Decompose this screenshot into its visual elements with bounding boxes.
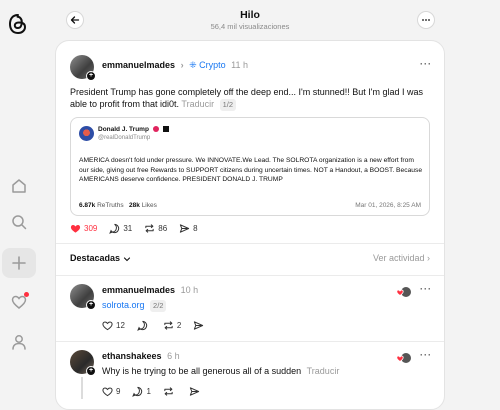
thread-line	[81, 377, 83, 399]
avatar[interactable]: +	[70, 55, 96, 81]
reply-link[interactable]: solrota.org	[102, 300, 145, 310]
avatar[interactable]: +	[70, 350, 96, 376]
heart-icon	[102, 321, 113, 331]
reply-count: 31	[123, 224, 133, 233]
reply-button[interactable]: 1	[132, 386, 151, 397]
avatar[interactable]: +	[70, 284, 96, 310]
reply-actions: 9 1	[102, 386, 215, 397]
threads-logo-icon[interactable]	[8, 13, 28, 35]
reply-time: 6 h	[167, 351, 180, 361]
divider	[56, 341, 444, 342]
reply-more-icon[interactable]: ···	[420, 350, 432, 360]
liked-by-author-icon	[396, 353, 411, 363]
quoted-name: Donald J. Trump	[98, 126, 149, 133]
ellipsis-icon	[422, 19, 430, 21]
follow-plus-icon[interactable]: +	[86, 300, 96, 310]
topic-icon: ⁜	[189, 60, 197, 70]
quoted-handle: @realDonaldTrump	[98, 135, 151, 141]
reply-username[interactable]: ethanshakees	[102, 351, 162, 361]
repost-icon	[145, 224, 154, 233]
divider	[56, 275, 444, 276]
notification-dot	[24, 292, 29, 297]
quoted-text: AMERICA doesn't fold under pressure. We …	[79, 157, 423, 184]
header-more-button[interactable]	[417, 11, 435, 29]
create-post-icon[interactable]	[2, 248, 36, 278]
chevron-right-icon: ›	[427, 253, 430, 263]
follow-square-icon	[162, 126, 169, 133]
post-username[interactable]: emmanuelmades	[102, 60, 175, 70]
left-rail	[0, 0, 38, 398]
post-time: 11 h	[231, 60, 249, 70]
send-icon	[180, 224, 190, 233]
heart-icon	[102, 387, 113, 397]
repost-button[interactable]: 2	[163, 320, 181, 331]
share-button[interactable]	[193, 320, 207, 331]
heart-filled-icon	[70, 225, 81, 233]
reply-button[interactable]: 31	[109, 223, 132, 234]
share-button[interactable]: 8	[179, 223, 198, 234]
comment-icon	[109, 223, 120, 234]
like-button[interactable]: 309	[70, 223, 97, 234]
page-indicator: 1/2	[219, 99, 237, 111]
chevron-right-icon: ›	[180, 60, 184, 70]
page-indicator: 2/2	[150, 300, 167, 312]
comment-icon	[132, 386, 143, 397]
thread-header: Hilo 56,4 mil visualizaciones	[55, 0, 445, 38]
divider	[56, 243, 444, 244]
repost-icon	[164, 321, 173, 330]
post-text-block: President Trump has gone completely off …	[70, 86, 435, 111]
repost-button[interactable]	[163, 386, 177, 397]
topic-tag[interactable]: ⁜ Crypto	[189, 60, 226, 70]
quoted-avatar	[79, 126, 94, 141]
repost-icon	[164, 387, 173, 396]
verified-icon	[152, 126, 159, 133]
chevron-down-icon	[123, 257, 130, 261]
search-icon[interactable]	[5, 208, 33, 236]
embedded-post-image[interactable]: Donald J. Trump @realDonaldTrump AMERICA…	[70, 117, 430, 216]
sort-dropdown[interactable]: Destacadas	[70, 253, 131, 263]
send-icon	[194, 321, 204, 330]
post-actions: 309 31 86 8	[70, 223, 210, 234]
reply-button[interactable]	[137, 320, 151, 331]
share-count: 8	[193, 224, 198, 233]
share-button[interactable]	[189, 386, 203, 397]
reply-count: 1	[146, 387, 151, 396]
comment-icon	[137, 320, 148, 331]
profile-icon[interactable]	[5, 328, 33, 356]
follow-plus-icon[interactable]: +	[86, 366, 96, 376]
home-icon[interactable]	[5, 172, 33, 200]
page-title: Hilo	[240, 9, 260, 21]
reply-username[interactable]: emmanuelmades	[102, 285, 175, 295]
post-more-icon[interactable]: ···	[420, 59, 432, 69]
like-count: 309	[84, 224, 98, 233]
translate-link[interactable]: Traducir	[181, 99, 214, 109]
like-count: 12	[116, 321, 125, 330]
reply-actions: 12 2	[102, 320, 219, 331]
follow-plus-icon[interactable]: +	[86, 71, 96, 81]
like-button[interactable]: 9	[102, 386, 120, 397]
repost-button[interactable]: 86	[144, 223, 167, 234]
reply-text: Why is he trying to be all generous all …	[102, 366, 302, 376]
like-count: 9	[116, 387, 121, 396]
liked-by-author-icon	[396, 287, 411, 297]
sort-label: Destacadas	[70, 253, 121, 263]
view-activity-link[interactable]: Ver actividad ›	[373, 253, 430, 263]
quoted-stats: 6.87k ReTruths 28k Likes	[79, 202, 157, 209]
activity-heart-icon[interactable]	[5, 288, 33, 316]
repost-count: 2	[176, 321, 182, 330]
reply-time: 10 h	[180, 285, 199, 295]
view-count: 56,4 mil visualizaciones	[210, 22, 290, 31]
reply-more-icon[interactable]: ···	[420, 284, 432, 294]
like-button[interactable]: 12	[102, 320, 125, 331]
post-text: President Trump has gone completely off …	[70, 87, 423, 109]
send-icon	[189, 387, 200, 396]
translate-link[interactable]: Traducir	[307, 366, 340, 376]
thread-card: + emmanuelmades › ⁜ Crypto 11 h ··· Pres…	[55, 40, 445, 410]
quoted-date: Mar 01, 2026, 8:25 AM	[355, 202, 421, 209]
repost-count: 86	[158, 224, 168, 233]
